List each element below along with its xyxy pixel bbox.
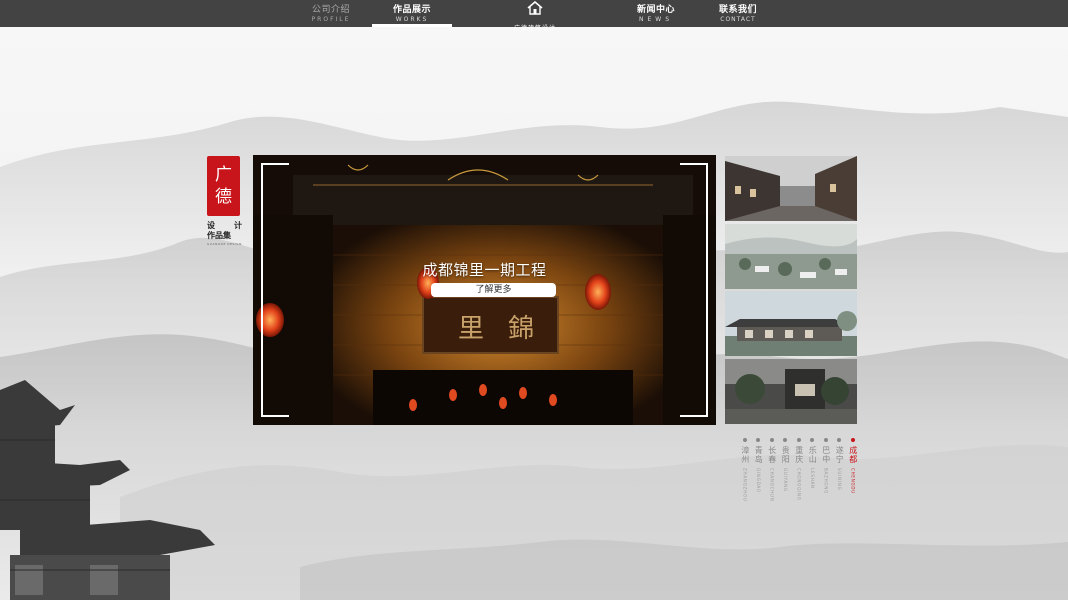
city-dot: [742, 438, 747, 442]
svg-text:錦: 錦: [508, 314, 534, 344]
city-name-zh: 遂宁: [835, 446, 845, 464]
nav-active-indicator: [372, 24, 452, 27]
city-name-zh: 漳州: [740, 446, 750, 464]
house-icon: [527, 1, 543, 15]
city-chengdu[interactable]: 成都 CHENGDU: [846, 438, 860, 502]
seal-line-portfolio: 作品集: [207, 230, 231, 240]
city-dot: [756, 438, 761, 442]
seal-char: 广: [215, 165, 232, 185]
nav-label-zh: 作品展示: [392, 5, 431, 15]
city-dot: [769, 438, 774, 442]
city-dot: [850, 438, 855, 442]
seal-line-design: 设 计: [207, 220, 242, 230]
project-thumbnail[interactable]: [725, 223, 857, 289]
city-guiyang[interactable]: 贵阳 GUIYANG: [779, 438, 793, 502]
seal-text: 设: [207, 220, 215, 230]
city-dot: [823, 438, 828, 442]
frame-corner: [261, 389, 289, 417]
nav-item-profile[interactable]: 公司介绍 PROFILE: [291, 5, 371, 24]
project-thumbnail[interactable]: [725, 291, 857, 356]
thumbnail-photo-village: [725, 223, 857, 289]
project-thumbnail[interactable]: [725, 358, 857, 424]
nav-label-en: CONTACT: [720, 16, 756, 23]
frame-line-left: [261, 163, 263, 417]
city-leshan[interactable]: 乐山 LESHAN: [806, 438, 820, 502]
seal-stamp: 广 德: [207, 156, 240, 216]
city-name-zh: 长春: [767, 446, 777, 464]
featured-project-slide[interactable]: 里 錦 成都锦里一期工程 了解更多: [253, 155, 716, 425]
top-nav-bar: 公司介绍 PROFILE 作品展示 WORKS 广德建筑设计 新闻中心 NEWS…: [0, 0, 1068, 32]
logo-text: 广德建筑设计: [513, 25, 556, 32]
thumbnail-photo-hall: [725, 291, 857, 356]
city-name-en: BAZHONG: [823, 468, 829, 495]
nav-item-works[interactable]: 作品展示 WORKS: [372, 5, 452, 24]
nav-label-zh: 联系我们: [718, 5, 757, 15]
city-qingdao[interactable]: 青岛 QINGDAO: [752, 438, 766, 502]
city-name-en: QINGDAO: [755, 468, 761, 493]
city-suining[interactable]: 遂宁 SUINING: [833, 438, 847, 502]
city-selector: 漳州 ZHANGZHOU 青岛 QINGDAO 长春 CHANGCHUN 贵阳 GUIYANG…: [738, 438, 860, 502]
seal-char: 德: [215, 187, 232, 207]
seal-text: 计: [234, 220, 242, 230]
city-name-zh: 重庆: [794, 446, 804, 464]
city-changchun[interactable]: 长春 CHANGCHUN: [765, 438, 779, 502]
project-thumbnail-list: [725, 156, 857, 426]
brand-logo[interactable]: 广德建筑设计: [505, 1, 565, 34]
city-name-en: SUINING: [836, 468, 842, 491]
city-name-en: LESHAN: [809, 468, 815, 489]
city-name-en: CHENGDU: [850, 468, 856, 495]
nav-label-en: NEWS: [638, 16, 674, 23]
city-name-en: CHANGCHUN: [769, 468, 775, 502]
city-bazhong[interactable]: 巴中 BAZHONG: [819, 438, 833, 502]
city-name-zh: 巴中: [821, 446, 831, 464]
city-name-en: ZHANGZHOU: [742, 468, 748, 502]
frame-corner: [680, 163, 708, 191]
nav-label-en: WORKS: [395, 16, 429, 23]
city-name-zh: 成都: [848, 446, 858, 464]
frame-line-right: [706, 163, 708, 417]
city-name-zh: 乐山: [808, 446, 818, 464]
city-name-en: CHONGQING: [796, 468, 802, 501]
ancient-building-decoration: [0, 380, 215, 600]
city-name-en: GUIYANG: [782, 468, 788, 492]
project-title: 成都锦里一期工程: [422, 261, 547, 279]
city-dot: [810, 438, 815, 442]
nav-label-zh: 公司介绍: [311, 5, 350, 15]
city-dot: [796, 438, 801, 442]
nav-label-en: PROFILE: [311, 16, 351, 23]
city-name-zh: 青岛: [754, 446, 764, 464]
frame-corner: [261, 163, 289, 191]
seal-english: GUANGDE DESIGN: [207, 242, 242, 246]
nav-item-news[interactable]: 新闻中心 NEWS: [616, 5, 696, 24]
frame-corner: [680, 389, 708, 417]
city-dot: [837, 438, 842, 442]
city-name-zh: 贵阳: [781, 446, 791, 464]
project-thumbnail[interactable]: [725, 156, 857, 221]
city-dot: [783, 438, 788, 442]
city-chongqing[interactable]: 重庆 CHONGQING: [792, 438, 806, 502]
city-zhangzhou[interactable]: 漳州 ZHANGZHOU: [738, 438, 752, 502]
svg-text:里: 里: [458, 314, 484, 344]
thumbnail-photo-street: [725, 156, 857, 221]
learn-more-button[interactable]: 了解更多: [431, 283, 556, 297]
portfolio-seal: 广 德 设 计 作品集 GUANGDE DESIGN: [207, 156, 245, 246]
thumbnail-photo-courtyard: [725, 358, 857, 424]
nav-label-zh: 新闻中心: [636, 5, 675, 15]
nav-item-contact[interactable]: 联系我们 CONTACT: [698, 5, 778, 24]
